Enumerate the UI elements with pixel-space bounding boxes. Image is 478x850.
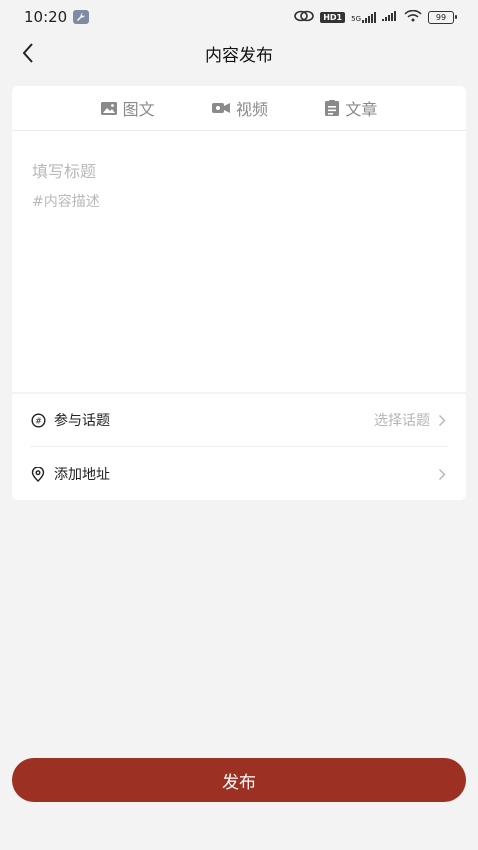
tab-label: 文章 (345, 100, 378, 119)
svg-text:#: # (35, 416, 42, 425)
topic-row[interactable]: # 参与话题 选择话题 (30, 394, 448, 447)
address-row[interactable]: 添加地址 (30, 448, 448, 500)
topic-value: 选择话题 (374, 413, 430, 429)
chevron-right-icon (438, 413, 448, 427)
tab-article[interactable]: 文章 (325, 96, 377, 120)
topic-icon: # (30, 412, 46, 428)
hd-badge: HD1 (320, 11, 346, 23)
status-left: 10:20 (24, 8, 90, 26)
image-icon (100, 101, 117, 115)
signal-label: 5G (351, 14, 361, 23)
link-icon (294, 10, 315, 25)
page-title: 内容发布 (205, 45, 273, 66)
tab-video[interactable]: 视频 (211, 96, 268, 120)
wrench-icon (73, 10, 90, 24)
back-button[interactable] (14, 38, 42, 68)
status-bar: 10:20 HD1 5G 99 (0, 0, 478, 34)
description-input[interactable] (30, 190, 434, 214)
tab-label: 视频 (235, 100, 268, 119)
options-card: # 参与话题 选择话题 添加地址 (12, 394, 466, 500)
tab-label: 图文 (122, 100, 155, 119)
tab-image-text[interactable]: 图文 (100, 96, 155, 120)
chevron-left-icon (22, 43, 33, 63)
address-label: 添加地址 (54, 467, 110, 483)
location-icon (30, 466, 46, 482)
topic-label: 参与话题 (54, 413, 110, 429)
nav-bar: 内容发布 (0, 34, 478, 72)
editor-card: 图文 视频 文章 (12, 86, 466, 392)
chevron-right-icon (438, 467, 448, 481)
signal-5g-icon: 5G (351, 11, 376, 23)
status-time: 10:20 (24, 8, 68, 26)
publish-button[interactable]: 发布 (12, 758, 466, 802)
signal-icon (382, 10, 398, 24)
status-right: HD1 5G 99 (294, 9, 457, 25)
video-icon (211, 103, 230, 113)
article-icon (325, 100, 340, 116)
battery-icon: 99 (428, 10, 457, 24)
content-type-tabs: 图文 视频 文章 (12, 86, 466, 131)
title-input[interactable] (30, 158, 434, 184)
battery-level: 99 (435, 12, 447, 22)
wifi-icon (404, 9, 422, 25)
